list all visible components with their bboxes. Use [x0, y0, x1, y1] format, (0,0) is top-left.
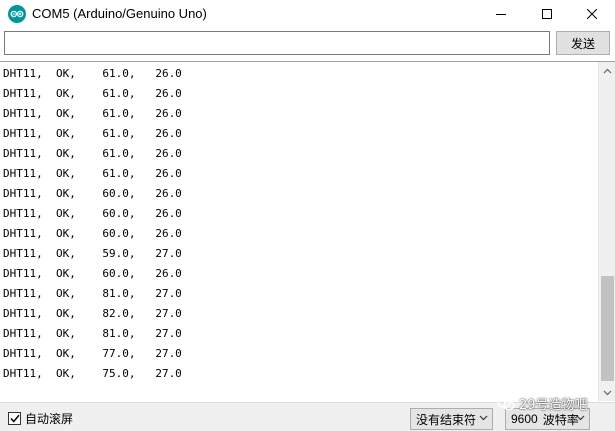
close-button[interactable]: [569, 0, 615, 28]
chevron-down-icon: [603, 390, 612, 395]
send-button[interactable]: 发送: [556, 31, 610, 55]
output-line: DHT11, OK, 75.0, 27.0: [3, 367, 182, 380]
autoscroll-label: 自动滚屏: [25, 412, 74, 426]
line-ending-select[interactable]: 没有结束符: [410, 408, 493, 430]
output-line: DHT11, OK, 60.0, 26.0: [3, 207, 182, 220]
output-line: DHT11, OK, 81.0, 27.0: [3, 327, 182, 340]
chevron-down-icon: [576, 415, 585, 421]
output-line: DHT11, OK, 60.0, 26.0: [3, 187, 182, 200]
serial-output[interactable]: DHT11, OK, 61.0, 26.0 DHT11, OK, 61.0, 26…: [0, 61, 615, 401]
output-line: DHT11, OK, 81.0, 27.0: [3, 287, 182, 300]
output-line: DHT11, OK, 82.0, 27.0: [3, 307, 182, 320]
output-line: DHT11, OK, 61.0, 26.0: [3, 147, 182, 160]
maximize-icon: [542, 9, 552, 19]
output-line: DHT11, OK, 60.0, 26.0: [3, 267, 182, 280]
watermark-text: 29号造物吧: [519, 398, 588, 413]
chevron-down-icon: [479, 415, 488, 421]
chevron-up-icon: [603, 68, 612, 73]
vertical-scrollbar[interactable]: [598, 62, 615, 401]
output-line: DHT11, OK, 61.0, 26.0: [3, 107, 182, 120]
wechat-icon: [497, 396, 515, 411]
baud-rate-unit: 波特率: [542, 412, 579, 427]
scroll-up-arrow[interactable]: [599, 62, 615, 79]
checkmark-icon: [9, 414, 20, 423]
output-line: DHT11, OK, 59.0, 27.0: [3, 247, 182, 260]
watermark: 29号造物吧: [497, 394, 588, 413]
minimize-icon: [496, 14, 506, 15]
window-title: COM5 (Arduino/Genuino Uno): [32, 6, 207, 21]
scroll-down-arrow[interactable]: [599, 384, 615, 401]
output-line: DHT11, OK, 61.0, 26.0: [3, 87, 182, 100]
title-bar: COM5 (Arduino/Genuino Uno): [0, 0, 615, 28]
output-line: DHT11, OK, 61.0, 26.0: [3, 127, 182, 140]
minimize-button[interactable]: [478, 0, 524, 28]
maximize-button[interactable]: [524, 0, 570, 28]
arduino-logo-icon: [8, 5, 26, 23]
autoscroll-checkbox[interactable]: [8, 412, 21, 425]
autoscroll-toggle[interactable]: 自动滚屏: [8, 410, 73, 427]
serial-send-input[interactable]: [4, 31, 550, 55]
output-line: DHT11, OK, 60.0, 26.0: [3, 227, 182, 240]
scrollbar-thumb[interactable]: [601, 276, 614, 381]
output-line: DHT11, OK, 61.0, 26.0: [3, 167, 182, 180]
baud-rate-value: 9600: [511, 412, 538, 426]
output-line: DHT11, OK, 61.0, 26.0: [3, 67, 182, 80]
send-row: 发送: [0, 28, 615, 60]
output-lines: DHT11, OK, 61.0, 26.0 DHT11, OK, 61.0, 26…: [3, 64, 593, 384]
line-ending-value: 没有结束符: [416, 412, 477, 427]
close-icon: [587, 9, 597, 19]
output-line: DHT11, OK, 77.0, 27.0: [3, 347, 182, 360]
